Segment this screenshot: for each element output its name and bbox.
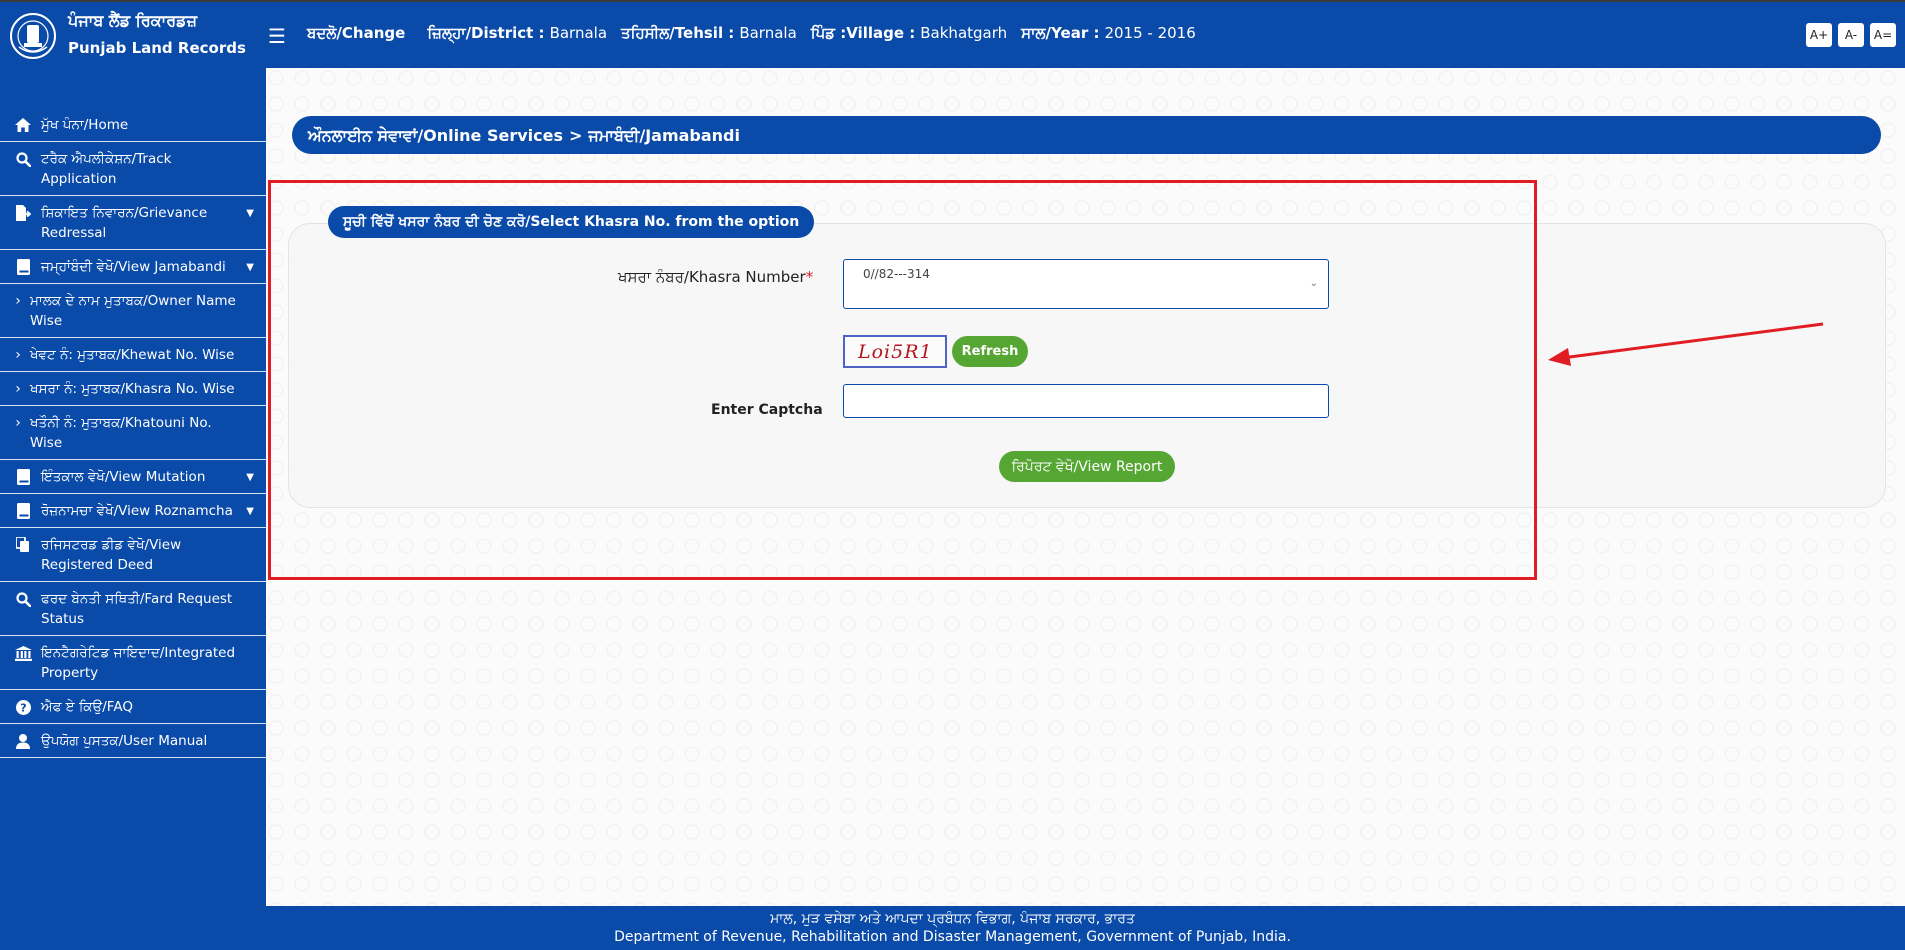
chevron-down-icon: ▼ xyxy=(246,208,254,219)
sidebar-item-label: ਫਰਦ ਬੇਨਤੀ ਸਥਿਤੀ/Fard Request Status xyxy=(41,591,233,627)
chevron-down-icon: ▼ xyxy=(246,262,254,273)
footer: ਮਾਲ, ਮੁੜ ਵਸੇਬਾ ਅਤੇ ਆਪਦਾ ਪ੍ਰਬੰਧਨ ਵਿਭਾਗ, ਪ… xyxy=(0,906,1905,950)
book-icon xyxy=(14,257,32,277)
captcha-image: Loi5R1 xyxy=(843,335,947,368)
top-header: ਪੰਜਾਬ ਲੈਂਡ ਰਿਕਾਰਡਜ਼ Punjab Land Records … xyxy=(0,0,1905,68)
tehsil-label: ਤਹਿਸੀਲ/Tehsil : xyxy=(621,24,735,42)
copy-icon xyxy=(14,535,32,555)
bank-icon xyxy=(14,643,32,663)
sidebar-item-label: ਜਮ੍ਹਾਂਬੰਦੀ ਵੇਖੋ/View Jamabandi xyxy=(41,259,226,275)
font-reset-button[interactable]: A= xyxy=(1870,23,1896,47)
search-icon xyxy=(14,149,32,169)
breadcrumb: ਔਨਲਾਈਨ ਸੇਵਾਵਾਂ/Online Services > ਜਮਾਬੰਦੀ… xyxy=(292,116,1881,154)
sidebar-item-track-application[interactable]: ਟਰੈਕ ਐਪਲੀਕੇਸ਼ਨ/Track Application xyxy=(0,142,266,196)
captcha-label: Enter Captcha xyxy=(711,402,823,418)
location-bar: ਬਦਲੋ/Change ਜ਼ਿਲ੍ਹਾ/District : Barnala ਤ… xyxy=(307,24,1210,42)
sidebar-item-khatouni-no-wise[interactable]: › ਖਤੌਨੀ ਨੰ: ਮੁਤਾਬਕ/Khatouni No. Wise xyxy=(0,406,266,460)
chevron-down-icon: ▼ xyxy=(246,472,254,483)
font-decrease-button[interactable]: A- xyxy=(1838,23,1864,47)
panel-title: ਸੂਚੀ ਵਿੱਚੋਂ ਖਸਰਾ ਨੰਬਰ ਦੀ ਚੋਣ ਕਰੋ/Select … xyxy=(328,206,815,238)
search-icon xyxy=(14,589,32,609)
breadcrumb-separator: > xyxy=(569,126,583,145)
sidebar: ਮੁੱਖ ਪੰਨਾ/Home ਟਰੈਕ ਐਪਲੀਕੇਸ਼ਨ/Track Appli… xyxy=(0,68,266,906)
punjab-emblem-icon xyxy=(10,13,56,59)
chevron-down-icon: ▼ xyxy=(246,506,254,517)
refresh-captcha-button[interactable]: Refresh xyxy=(952,336,1028,367)
user-icon xyxy=(14,731,32,751)
file-export-icon xyxy=(14,203,32,223)
chevron-right-icon: › xyxy=(15,347,21,363)
sidebar-item-label: ਖਸਰਾ ਨੰ: ਮੁਤਾਬਕ/Khasra No. Wise xyxy=(30,381,235,397)
sidebar-item-label: ਰਜਿਸਟਰਡ ਡੀਡ ਵੇਖੋ/View Registered Deed xyxy=(41,537,182,573)
sidebar-item-label: ਉਪਯੋਗ ਪੁਸਤਕ/User Manual xyxy=(41,733,208,749)
sidebar-item-label: ਖਤੌਨੀ ਨੰ: ਮੁਤਾਬਕ/Khatouni No. Wise xyxy=(30,415,212,451)
sidebar-item-view-mutation[interactable]: ਇੰਤਕਾਲ ਵੇਖੋ/View Mutation ▼ xyxy=(0,460,266,494)
brand-title-punjabi: ਪੰਜਾਬ ਲੈਂਡ ਰਿਕਾਰਡਜ਼ xyxy=(68,11,197,30)
sidebar-item-label: ਇੰਤਕਾਲ ਵੇਖੋ/View Mutation xyxy=(41,469,206,485)
sidebar-item-user-manual[interactable]: ਉਪਯੋਗ ਪੁਸਤਕ/User Manual xyxy=(0,724,266,758)
khasra-number-label: ਖਸਰਾ ਨੰਬਰ/Khasra Number* xyxy=(618,268,813,286)
year-label: ਸਾਲ/Year : xyxy=(1021,24,1100,42)
sidebar-item-view-registered-deed[interactable]: ਰਜਿਸਟਰਡ ਡੀਡ ਵੇਖੋ/View Registered Deed xyxy=(0,528,266,582)
sidebar-item-fard-request-status[interactable]: ਫਰਦ ਬੇਨਤੀ ਸਥਿਤੀ/Fard Request Status xyxy=(0,582,266,636)
footer-punjabi-line: ਮਾਲ, ਮੁੜ ਵਸੇਬਾ ਅਤੇ ਆਪਦਾ ਪ੍ਰਬੰਧਨ ਵਿਭਾਗ, ਪ… xyxy=(770,911,1135,927)
sidebar-item-owner-name-wise[interactable]: › ਮਾਲਕ ਦੇ ਨਾਮ ਮੁਤਾਬਕ/Owner Name Wise xyxy=(0,284,266,338)
sidebar-item-khasra-no-wise[interactable]: › ਖਸਰਾ ਨੰ: ਮੁਤਾਬਕ/Khasra No. Wise xyxy=(0,372,266,406)
sidebar-item-view-roznamcha[interactable]: ਰੋਜ਼ਨਾਮਚਾ ਵੇਖੋ/View Roznamcha ▼ xyxy=(0,494,266,528)
village-label: ਪਿੰਡ :Village : xyxy=(810,24,916,42)
main-content: ਔਨਲਾਈਨ ਸੇਵਾਵਾਂ/Online Services > ਜਮਾਬੰਦੀ… xyxy=(266,68,1905,906)
sidebar-item-label: ਮਾਲਕ ਦੇ ਨਾਮ ਮੁਤਾਬਕ/Owner Name Wise xyxy=(30,293,236,329)
sidebar-item-integrated-property[interactable]: ਇਨਟੈਗਰੇਟਿਡ ਜਾਇਦਾਦ/Integrated Property xyxy=(0,636,266,690)
sidebar-item-faq[interactable]: ? ਐਫ ਏ ਕਿਉ/FAQ xyxy=(0,690,266,724)
sidebar-item-label: ਇਨਟੈਗਰੇਟਿਡ ਜਾਇਦਾਦ/Integrated Property xyxy=(41,645,236,681)
sidebar-item-view-jamabandi[interactable]: ਜਮ੍ਹਾਂਬੰਦੀ ਵੇਖੋ/View Jamabandi ▼ xyxy=(0,250,266,284)
required-asterisk: * xyxy=(805,268,814,286)
khasra-label-text: ਖਸਰਾ ਨੰਬਰ/Khasra Number xyxy=(618,268,806,286)
sidebar-item-label: ਟਰੈਕ ਐਪਲੀਕੇਸ਼ਨ/Track Application xyxy=(41,151,172,187)
chevron-right-icon: › xyxy=(15,415,21,431)
year-value: 2015 - 2016 xyxy=(1104,24,1196,42)
change-location-link[interactable]: ਬਦਲੋ/Change xyxy=(307,24,405,42)
brand-title-english: Punjab Land Records xyxy=(68,39,246,57)
hamburger-icon[interactable]: ☰ xyxy=(268,26,286,46)
captcha-input[interactable] xyxy=(843,384,1329,418)
red-arrow-annotation xyxy=(1548,322,1824,366)
khasra-number-select[interactable]: 0//82---314 ⌄ xyxy=(843,259,1329,309)
question-circle-icon: ? xyxy=(14,697,32,717)
sidebar-item-home[interactable]: ਮੁੱਖ ਪੰਨਾ/Home xyxy=(0,108,266,142)
font-increase-button[interactable]: A+ xyxy=(1806,23,1832,47)
sidebar-item-label: ਰੋਜ਼ਨਾਮਚਾ ਵੇਖੋ/View Roznamcha xyxy=(41,503,233,519)
view-report-button[interactable]: ਰਿਪੋਰਟ ਵੇਖੋ/View Report xyxy=(999,451,1175,482)
breadcrumb-jamabandi: ਜਮਾਬੰਦੀ/Jamabandi xyxy=(588,126,740,145)
khasra-selected-value: 0//82---314 xyxy=(863,267,930,281)
sidebar-item-khewat-no-wise[interactable]: › ਖੇਵਟ ਨੰ: ਮੁਤਾਬਕ/Khewat No. Wise xyxy=(0,338,266,372)
village-value: Bakhatgarh xyxy=(920,24,1008,42)
book-icon xyxy=(14,501,32,521)
district-label: ਜ਼ਿਲ੍ਹਾ/District : xyxy=(427,24,545,42)
breadcrumb-online-services[interactable]: ਔਨਲਾਈਨ ਸੇਵਾਵਾਂ/Online Services xyxy=(308,126,563,145)
footer-english-line: Department of Revenue, Rehabilitation an… xyxy=(614,929,1291,945)
sidebar-item-label: ਐਫ ਏ ਕਿਉ/FAQ xyxy=(41,699,133,715)
district-value: Barnala xyxy=(549,24,608,42)
book-icon xyxy=(14,467,32,487)
home-icon xyxy=(14,115,32,135)
font-size-controls: A+ A- A= xyxy=(1806,23,1896,47)
sidebar-item-grievance-redressal[interactable]: ਸ਼ਿਕਾਇਤ ਨਿਵਾਰਨ/Grievance Redressal ▼ xyxy=(0,196,266,250)
chevron-right-icon: › xyxy=(15,381,21,397)
sidebar-item-label: ਖੇਵਟ ਨੰ: ਮੁਤਾਬਕ/Khewat No. Wise xyxy=(30,347,235,363)
chevron-down-icon: ⌄ xyxy=(1309,278,1318,289)
sidebar-item-label: ਮੁੱਖ ਪੰਨਾ/Home xyxy=(41,117,129,133)
chevron-right-icon: › xyxy=(15,293,21,309)
highlight-box xyxy=(268,180,1537,580)
svg-text:?: ? xyxy=(20,701,26,714)
sidebar-item-label: ਸ਼ਿਕਾਇਤ ਨਿਵਾਰਨ/Grievance Redressal xyxy=(41,205,208,241)
tehsil-value: Barnala xyxy=(739,24,797,42)
